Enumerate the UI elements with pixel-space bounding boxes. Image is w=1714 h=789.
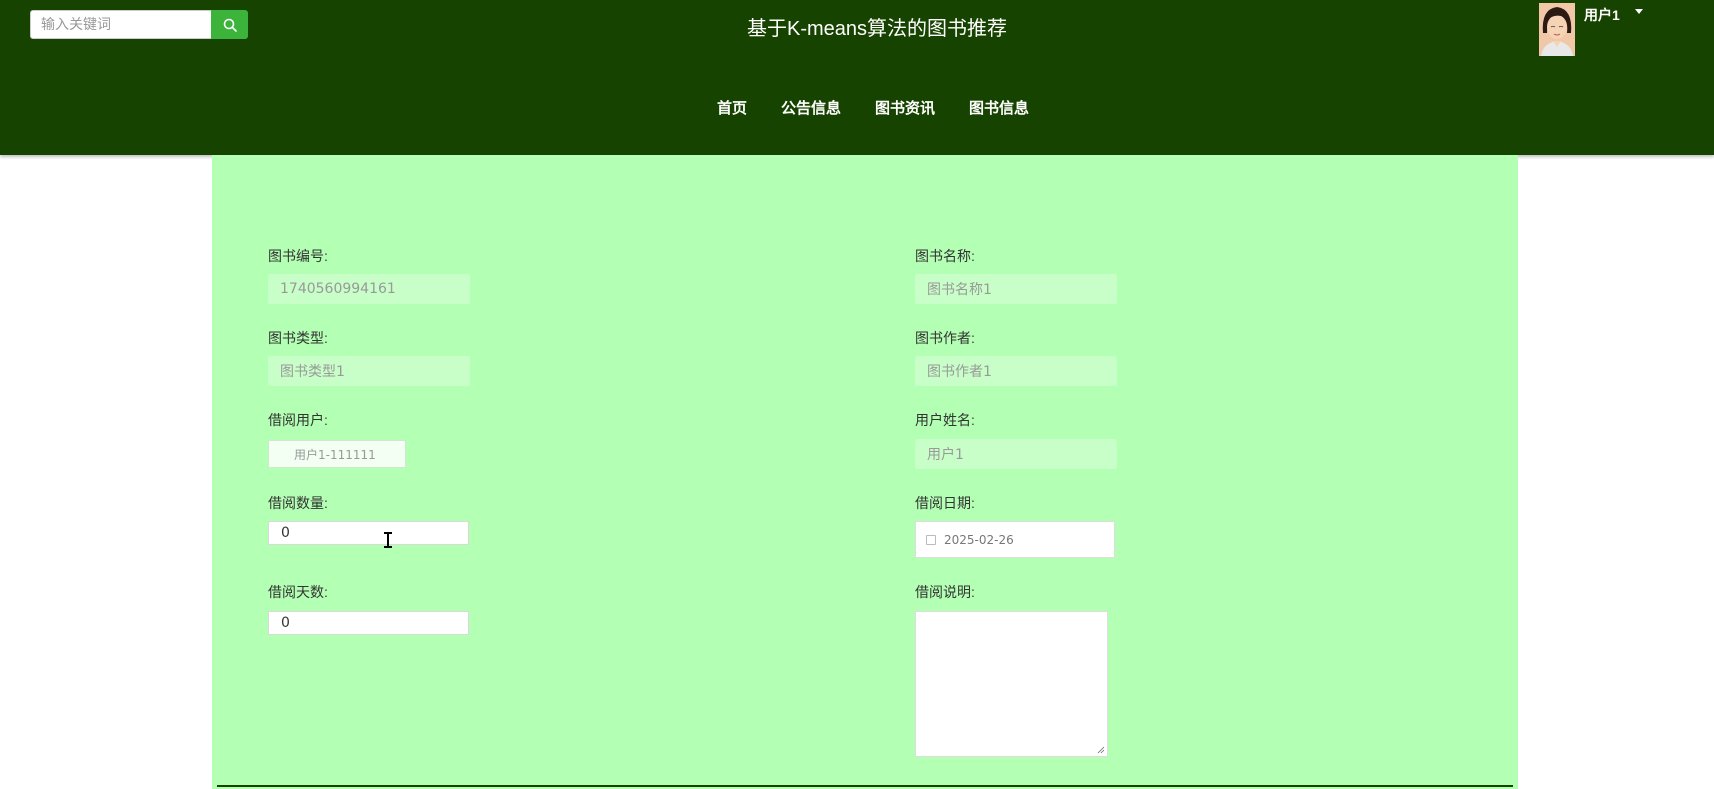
site-title: 基于K-means算法的图书推荐 [746,18,1008,40]
book-name-field: 图书名称1 [915,274,1117,304]
borrow-note-label: 借阅说明: [915,584,975,600]
book-id-label: 图书编号: [268,248,328,264]
book-author-field: 图书作者1 [915,356,1117,386]
calendar-icon [926,534,936,545]
nav-item-book-news[interactable]: 图书资讯 [875,97,935,118]
nav-item-announcements[interactable]: 公告信息 [781,97,841,118]
book-name-label: 图书名称: [915,248,975,264]
main-nav: 首页 公告信息 图书资讯 图书信息 [0,97,1714,118]
borrow-date-value: 2025-02-26 [944,532,1014,547]
borrow-user-label: 借阅用户: [268,412,328,428]
borrow-quantity-input[interactable]: 0 [268,521,469,545]
user-name-field: 用户1 [915,439,1117,469]
borrow-date-picker[interactable]: 2025-02-26 [915,521,1115,558]
top-header: 基于K-means算法的图书推荐 用户1 首页 公告信息 图书资讯 图书信息 [0,0,1714,155]
book-type-field: 图书类型1 [268,356,470,386]
borrow-days-input[interactable]: 0 [268,611,469,635]
borrow-note-textarea[interactable] [915,611,1108,757]
borrow-days-label: 借阅天数: [268,584,328,600]
book-type-label: 图书类型: [268,330,328,346]
user-name-label: 用户姓名: [915,412,975,428]
book-id-field: 1740560994161 [268,274,470,304]
form-panel [212,155,1518,789]
nav-item-home[interactable]: 首页 [717,97,747,118]
text-cursor-icon [384,532,392,548]
borrow-date-label: 借阅日期: [915,495,975,511]
borrow-quantity-label: 借阅数量: [268,495,328,511]
borrow-user-select[interactable]: 用户1-111111 [268,440,406,468]
nav-item-book-info[interactable]: 图书信息 [969,97,1029,118]
chevron-down-icon[interactable] [1635,9,1643,14]
user-name[interactable]: 用户1 [1584,5,1620,25]
resize-handle-icon[interactable] [1097,746,1105,754]
book-author-label: 图书作者: [915,330,975,346]
divider [217,785,1513,787]
user-avatar[interactable] [1539,3,1575,56]
